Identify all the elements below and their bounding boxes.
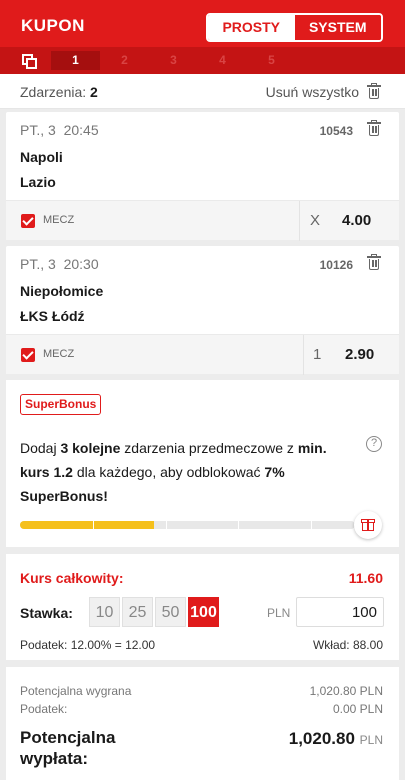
events-count: Zdarzenia: 2 bbox=[20, 84, 98, 100]
payout-summary: Potencjalna wygrana 1,020.80 PLN Podatek… bbox=[6, 667, 399, 780]
event-market-row: MECZ X 4.00 bbox=[6, 200, 399, 241]
payout-value: 1,020.80 PLN bbox=[288, 729, 383, 748]
event-datetime: PT., 3 20:45 bbox=[20, 122, 99, 138]
away-team: ŁKS Łódź bbox=[20, 308, 85, 324]
coupon-slot-1[interactable]: 1 bbox=[51, 51, 100, 70]
selection-pick: X bbox=[310, 212, 321, 229]
trash-icon[interactable] bbox=[367, 83, 381, 99]
bet-type-toggle: PROSTY SYSTEM bbox=[206, 13, 383, 42]
event-card: PT., 3 20:45 10543 Napoli Lazio MECZ X 4… bbox=[6, 112, 399, 241]
coupon-slot-2[interactable]: 2 bbox=[100, 51, 149, 70]
event-code: 10543 bbox=[319, 124, 353, 138]
total-odds-label: Kurs całkowity: bbox=[20, 570, 124, 586]
tax-label: Podatek: bbox=[20, 702, 68, 716]
remove-all-button[interactable]: Usuń wszystko bbox=[266, 84, 359, 100]
event-code: 10126 bbox=[319, 258, 353, 272]
trash-icon[interactable] bbox=[367, 120, 381, 136]
tab-prosty[interactable]: PROSTY bbox=[208, 15, 295, 40]
stake-panel: Kurs całkowity: 11.60 Stawka: 10 25 50 1… bbox=[6, 554, 399, 660]
market-label: MECZ bbox=[43, 214, 75, 226]
stake-chip-10[interactable]: 10 bbox=[89, 597, 120, 627]
selection-odd: 4.00 bbox=[342, 212, 372, 229]
potential-win-value: 1,020.80 PLN bbox=[309, 684, 383, 698]
tab-system[interactable]: SYSTEM bbox=[294, 15, 381, 40]
superbonus-progress bbox=[20, 521, 355, 529]
market-checkbox[interactable] bbox=[21, 214, 35, 228]
total-odds-value: 11.60 bbox=[348, 570, 383, 586]
away-team: Lazio bbox=[20, 174, 56, 190]
coupon-header: KUPON PROSTY SYSTEM bbox=[0, 0, 405, 47]
stake-amount-input[interactable] bbox=[296, 597, 384, 627]
superbonus-text: Dodaj 3 kolejne zdarzenia przedmeczowe z… bbox=[20, 440, 327, 504]
trash-icon[interactable] bbox=[367, 254, 381, 270]
deposit-info: Wkład: 88.00 bbox=[312, 638, 383, 652]
event-market-row: MECZ 1 2.90 bbox=[6, 334, 399, 375]
stake-label: Stawka: bbox=[20, 605, 73, 621]
coupon-slot-3[interactable]: 3 bbox=[149, 51, 198, 70]
tax-value: 0.00 PLN bbox=[332, 702, 383, 716]
copy-coupon-icon[interactable] bbox=[16, 50, 44, 72]
superbonus-badge: SuperBonus bbox=[20, 394, 102, 415]
superbonus-panel: SuperBonus Dodaj 3 kolejne zdarzenia prz… bbox=[6, 380, 399, 547]
selection-pick: 1 bbox=[313, 346, 322, 363]
stake-chip-25[interactable]: 25 bbox=[122, 597, 153, 627]
tax-info: Podatek: 12.00% = 12.00 bbox=[20, 638, 156, 652]
stake-chip-50[interactable]: 50 bbox=[155, 597, 186, 627]
coupon-slot-tabs: 1 2 3 4 5 bbox=[0, 47, 405, 74]
progress-fill bbox=[20, 521, 154, 529]
currency-label: PLN bbox=[267, 606, 291, 620]
market-label: MECZ bbox=[43, 348, 75, 360]
potential-win-label: Potencjalna wygrana bbox=[20, 684, 132, 698]
event-card: PT., 3 20:30 10126 Niepołomice ŁKS Łódź … bbox=[6, 246, 399, 375]
stake-chips: 10 25 50 100 bbox=[89, 597, 221, 627]
coupon-title: KUPON bbox=[21, 16, 85, 35]
help-icon[interactable]: ? bbox=[366, 436, 382, 452]
home-team: Napoli bbox=[20, 149, 63, 165]
payout-label: Potencjalna wypłata: bbox=[20, 728, 116, 768]
events-count-bar: Zdarzenia: 2 Usuń wszystko bbox=[0, 74, 405, 109]
selection-odd: 2.90 bbox=[345, 346, 375, 363]
market-checkbox[interactable] bbox=[21, 348, 35, 362]
home-team: Niepołomice bbox=[20, 283, 104, 299]
gift-icon[interactable] bbox=[354, 511, 382, 539]
stake-chip-100[interactable]: 100 bbox=[188, 597, 219, 627]
coupon-slot-5[interactable]: 5 bbox=[247, 51, 296, 70]
event-datetime: PT., 3 20:30 bbox=[20, 256, 99, 272]
coupon-slot-4[interactable]: 4 bbox=[198, 51, 247, 70]
